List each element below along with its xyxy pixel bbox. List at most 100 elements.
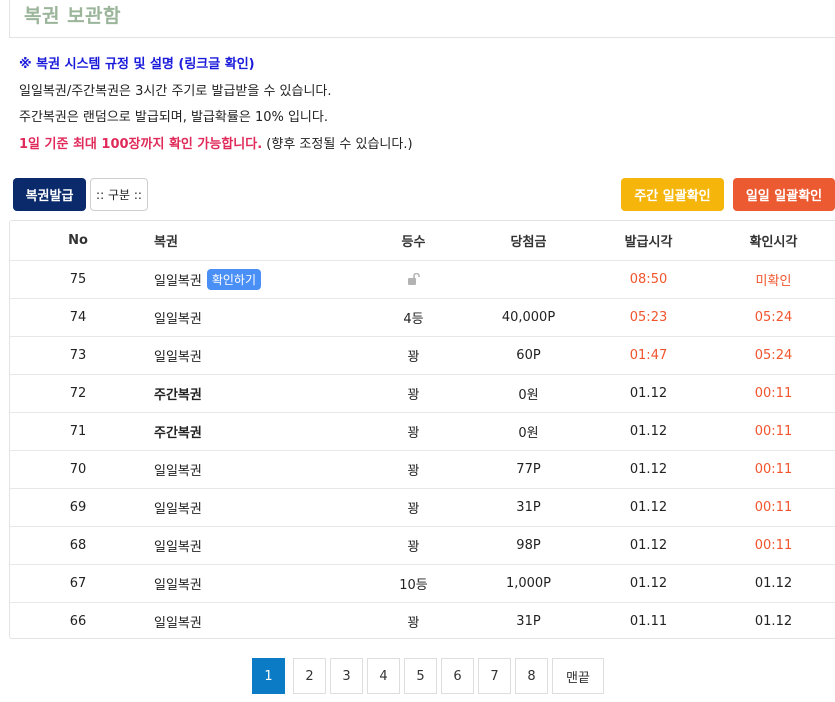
row-rank: 꽝 bbox=[356, 412, 471, 451]
row-prize: 31P bbox=[516, 613, 541, 629]
row-rank: 10등 bbox=[356, 564, 471, 603]
table-row: 70 일일복권 꽝 77P 01.12 00:11 bbox=[10, 450, 835, 489]
row-no: 68 bbox=[10, 526, 146, 565]
info-line-3-strong: 1일 기준 최대 100장까지 확인 가능합니다. bbox=[19, 137, 263, 152]
rules-link[interactable]: ※ 복권 시스템 규정 및 설명 (링크글 확인) bbox=[19, 53, 255, 72]
row-rank: 꽝 bbox=[356, 526, 471, 565]
row-lottery-name: 일일복권 bbox=[146, 488, 356, 527]
row-prize: 60P bbox=[471, 336, 586, 375]
row-issued-time: 01.12 bbox=[586, 526, 711, 565]
row-lottery-name: 일일복권 bbox=[146, 336, 356, 375]
row-checked-time: 05:24 bbox=[711, 298, 835, 337]
row-rank: 꽝 bbox=[356, 336, 471, 375]
row-no: 67 bbox=[10, 564, 146, 603]
info-line-3: 1일 기준 최대 100장까지 확인 가능합니다. (향후 조정될 수 있습니다… bbox=[19, 133, 413, 152]
page-2-button[interactable]: 2 bbox=[293, 658, 326, 694]
row-issued-time: 01.12 bbox=[586, 564, 711, 603]
row-no: 75 bbox=[10, 260, 146, 299]
row-checked-time: 05:24 bbox=[711, 336, 835, 375]
row-lottery-name: 일일복권 bbox=[146, 298, 356, 337]
row-checked-time: 00:11 bbox=[711, 488, 835, 527]
row-lottery-name: 일일복권 bbox=[146, 564, 356, 603]
row-issued-time: 01.12 bbox=[586, 374, 711, 413]
page-4-button[interactable]: 4 bbox=[367, 658, 400, 694]
page-3-button[interactable]: 3 bbox=[330, 658, 363, 694]
row-prize: 31P bbox=[471, 488, 586, 527]
page-7-button[interactable]: 7 bbox=[478, 658, 511, 694]
lottery-name-text: 일일복권 bbox=[154, 273, 202, 289]
row-checked-time: 01.12 bbox=[754, 613, 793, 629]
row-no: 71 bbox=[10, 412, 146, 451]
row-no: 73 bbox=[10, 336, 146, 375]
row-checked-time: 01.12 bbox=[711, 564, 835, 603]
page-5-button[interactable]: 5 bbox=[404, 658, 437, 694]
row-rank: 꽝 bbox=[356, 488, 471, 527]
table-row: 71 주간복권 꽝 0원 01.12 00:11 bbox=[10, 412, 835, 451]
weekly-bulk-confirm-button[interactable]: 주간 일괄확인 bbox=[621, 178, 724, 211]
row-checked-time: 00:11 bbox=[711, 374, 835, 413]
row-lottery-name: 일일복권 bbox=[146, 526, 356, 565]
row-prize: 0원 bbox=[471, 374, 586, 413]
row-checked-time: 00:11 bbox=[711, 526, 835, 565]
table-row: 66 일일복권 꽝 31P 01.11 01.12 bbox=[10, 602, 835, 638]
title-bar: 복권 보관함 bbox=[9, 0, 835, 38]
row-issued-time: 05:23 bbox=[586, 298, 711, 337]
page-8-button[interactable]: 8 bbox=[515, 658, 548, 694]
row-issued-time: 01:47 bbox=[586, 336, 711, 375]
header-no: No bbox=[10, 221, 146, 261]
row-no: 72 bbox=[10, 374, 146, 413]
row-prize: 77P bbox=[471, 450, 586, 489]
row-prize: 98P bbox=[471, 526, 586, 565]
page-1-button[interactable]: 1 bbox=[252, 658, 285, 694]
row-issued-time: 01.11 bbox=[629, 613, 668, 629]
issue-lottery-button[interactable]: 복권발급 bbox=[13, 178, 86, 211]
header-prize: 당첨금 bbox=[471, 221, 586, 261]
row-checked-time: 00:11 bbox=[711, 412, 835, 451]
table-row: 67 일일복권 10등 1,000P 01.12 01.12 bbox=[10, 564, 835, 603]
page-6-button[interactable]: 6 bbox=[441, 658, 474, 694]
row-no: 74 bbox=[10, 298, 146, 337]
info-line-2: 주간복권은 랜덤으로 발급되며, 발급확률은 10% 입니다. bbox=[19, 110, 328, 125]
info-line-1: 일일복권/주간복권은 3시간 주기로 발급받을 수 있습니다. bbox=[19, 84, 332, 99]
row-lottery-name: 일일복권 bbox=[154, 615, 202, 631]
row-rank: 4등 bbox=[356, 298, 471, 337]
row-no: 69 bbox=[10, 488, 146, 527]
row-no: 70 bbox=[10, 450, 146, 489]
row-prize: 40,000P bbox=[471, 298, 586, 337]
row-checked-time: 00:11 bbox=[711, 450, 835, 489]
header-checked-time: 확인시각 bbox=[711, 221, 835, 261]
page-title: 복권 보관함 bbox=[24, 5, 122, 27]
row-lottery-name: 주간복권 bbox=[146, 374, 356, 413]
table-row: 68 일일복권 꽝 98P 01.12 00:11 bbox=[10, 526, 835, 565]
row-lottery-name: 주간복권 bbox=[146, 412, 356, 451]
table-row: 74 일일복권 4등 40,000P 05:23 05:24 bbox=[10, 298, 835, 337]
row-issued-time: 01.12 bbox=[586, 412, 711, 451]
header-lottery: 복권 bbox=[146, 221, 356, 261]
confirm-button[interactable]: 확인하기 bbox=[206, 268, 262, 290]
table-row: 73 일일복권 꽝 60P 01:47 05:24 bbox=[10, 336, 835, 375]
lottery-table: No 복권 등수 당첨금 발급시각 확인시각 75 일일복권 확인하기 08:50… bbox=[9, 220, 835, 639]
row-rank: 꽝 bbox=[407, 615, 420, 631]
row-rank bbox=[356, 260, 471, 299]
info-line-3-rest: (향후 조정될 수 있습니다.) bbox=[262, 137, 413, 152]
table-header-row: No 복권 등수 당첨금 발급시각 확인시각 bbox=[10, 221, 835, 261]
table-row: 75 일일복권 확인하기 08:50 미확인 bbox=[10, 260, 835, 299]
row-lottery-name: 일일복권 bbox=[146, 450, 356, 489]
table-row: 72 주간복권 꽝 0원 01.12 00:11 bbox=[10, 374, 835, 413]
row-prize bbox=[471, 260, 586, 299]
daily-bulk-confirm-button[interactable]: 일일 일괄확인 bbox=[733, 178, 835, 211]
row-checked-time: 미확인 bbox=[711, 260, 835, 299]
page-last-button[interactable]: 맨끝 bbox=[552, 658, 604, 694]
unlock-icon bbox=[407, 273, 421, 285]
row-prize: 0원 bbox=[471, 412, 586, 451]
row-issued-time: 08:50 bbox=[586, 260, 711, 299]
header-rank: 등수 bbox=[356, 221, 471, 261]
row-issued-time: 01.12 bbox=[586, 488, 711, 527]
row-issued-time: 01.12 bbox=[586, 450, 711, 489]
row-rank: 꽝 bbox=[356, 450, 471, 489]
row-no: 66 bbox=[69, 613, 87, 629]
row-rank: 꽝 bbox=[356, 374, 471, 413]
header-issued-time: 발급시각 bbox=[586, 221, 711, 261]
type-filter-select[interactable]: :: 구분 :: bbox=[90, 178, 148, 211]
table-row: 69 일일복권 꽝 31P 01.12 00:11 bbox=[10, 488, 835, 527]
